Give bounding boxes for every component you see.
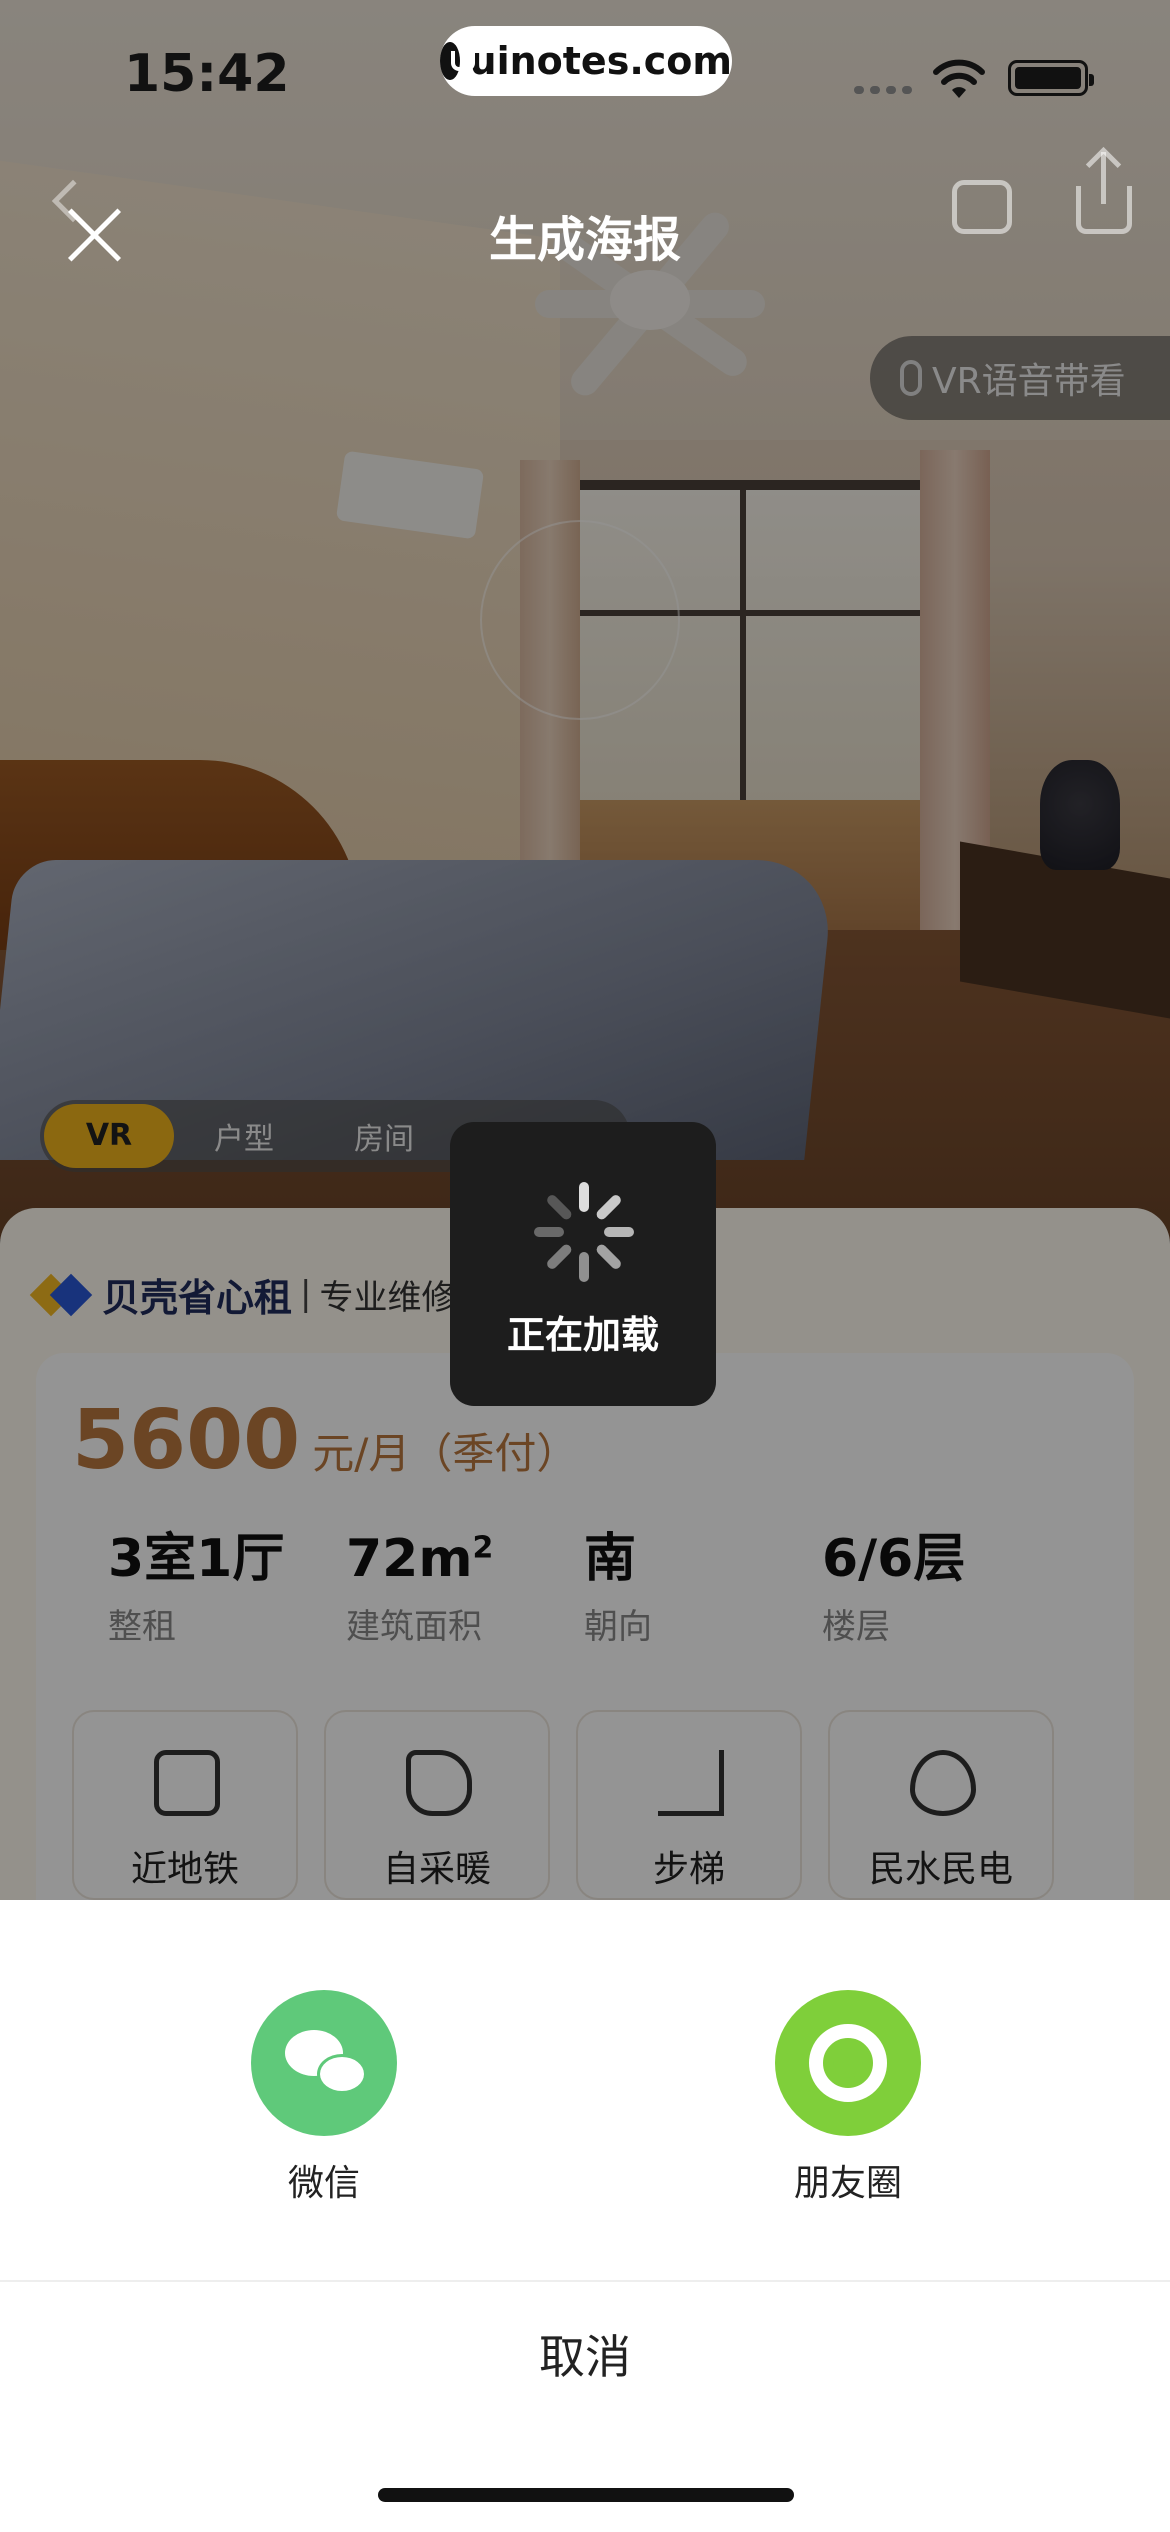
uinotes-logo-icon: [440, 42, 475, 80]
message-icon[interactable]: [952, 180, 1012, 234]
share-sheet: 微信 朋友圈 取消: [0, 1900, 1170, 2532]
signal-icon: [854, 86, 916, 94]
share-option-label: 朋友圈: [793, 2163, 902, 2204]
loading-label: 正在加载: [506, 1313, 659, 1357]
watermark-text: uinotes.com: [469, 39, 732, 83]
moments-icon: [775, 1990, 921, 2136]
modal-dim-overlay[interactable]: [0, 0, 1170, 1900]
status-time: 15:42: [124, 44, 290, 104]
share-moments-button[interactable]: 朋友圈: [738, 1990, 958, 2206]
battery-icon: [1008, 60, 1094, 96]
loading-toast: 正在加载: [450, 1122, 716, 1406]
watermark: uinotes.com: [440, 26, 732, 96]
share-option-label: 微信: [287, 2163, 360, 2204]
share-wechat-button[interactable]: 微信: [214, 1990, 434, 2206]
status-bar: 15:42 uinotes.com: [0, 0, 1170, 150]
share-icon[interactable]: [1076, 152, 1132, 234]
loading-spinner-icon: [533, 1182, 634, 1282]
cancel-button[interactable]: 取消: [0, 2282, 1170, 2432]
wechat-icon: [251, 1990, 397, 2136]
home-indicator[interactable]: [378, 2488, 794, 2502]
wifi-icon: [933, 59, 985, 98]
